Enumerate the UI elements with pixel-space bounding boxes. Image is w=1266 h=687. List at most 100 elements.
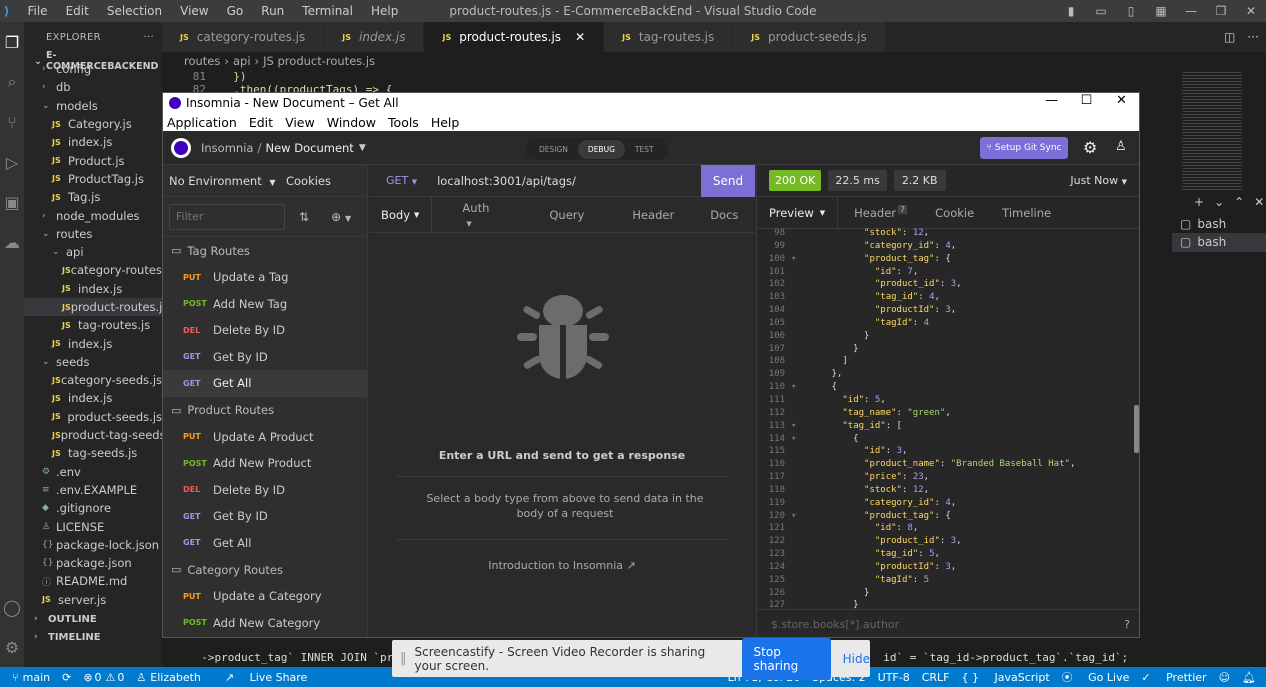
breadcrumb-item[interactable]: routes: [184, 54, 220, 68]
response-scrollbar[interactable]: [1134, 405, 1139, 453]
menu-selection[interactable]: Selection: [107, 4, 162, 18]
request-item[interactable]: GET Get All: [163, 530, 367, 557]
response-tab-preview[interactable]: Preview ▼: [757, 196, 839, 229]
editor-more-icon[interactable]: ···: [1247, 30, 1258, 44]
mode-test[interactable]: TEST: [625, 140, 664, 159]
minimap[interactable]: [1182, 70, 1242, 190]
request-tab-header[interactable]: Header: [614, 208, 692, 222]
stop-sharing-button[interactable]: Stop sharing: [741, 637, 831, 680]
outline-section[interactable]: › OUTLINE: [24, 610, 162, 628]
insomnia-brand-icon[interactable]: [171, 137, 191, 158]
response-tab-cookie[interactable]: Cookie: [923, 206, 986, 220]
file-tree-item[interactable]: ⓘ README.md: [24, 572, 162, 590]
insomnia-minimize-button[interactable]: —: [1034, 93, 1069, 108]
menu-file[interactable]: File: [27, 4, 47, 18]
fold-arrow-icon[interactable]: ▾: [791, 433, 799, 446]
menu-help[interactable]: Help: [371, 4, 398, 18]
fold-arrow-icon[interactable]: ▾: [791, 253, 799, 266]
sync-icon[interactable]: ⟳: [62, 671, 71, 684]
breadcrumb-root[interactable]: Insomnia: [201, 141, 253, 155]
fold-arrow-icon[interactable]: ▾: [791, 510, 799, 523]
terminal-item[interactable]: ▢ bash: [1172, 215, 1266, 233]
method-selector[interactable]: GET ▼: [386, 174, 417, 187]
file-tree-item[interactable]: JS ProductTag.js: [24, 170, 162, 188]
minimize-button[interactable]: —: [1176, 4, 1206, 18]
settings-gear-icon[interactable]: ⚙: [1083, 138, 1097, 157]
mode-debug[interactable]: DEBUG: [577, 139, 625, 159]
editor-tab[interactable]: JS product-seeds.js: [733, 22, 886, 52]
insomnia-menu-edit[interactable]: Edit: [249, 115, 273, 130]
file-tree-item[interactable]: ⌄ routes: [24, 225, 162, 243]
editor-tab[interactable]: JS index.js: [324, 22, 425, 52]
request-item[interactable]: PUT Update a Tag: [163, 264, 367, 291]
request-item[interactable]: POST Add New Tag: [163, 291, 367, 318]
menu-view[interactable]: View: [180, 4, 208, 18]
customize-layout-icon[interactable]: ▦: [1146, 4, 1176, 18]
request-item[interactable]: PUT Update A Product: [163, 424, 367, 451]
terminal-item[interactable]: ▢ bash: [1172, 233, 1266, 252]
branch-name[interactable]: main: [23, 671, 50, 684]
files-icon[interactable]: ❐: [0, 22, 24, 62]
language-mode[interactable]: { } JavaScript: [962, 671, 1050, 684]
file-tree-item[interactable]: ◆ .gitignore: [24, 499, 162, 517]
file-tree-item[interactable]: JS server.js: [24, 591, 162, 608]
account-icon[interactable]: ♙: [1115, 139, 1127, 154]
response-preview[interactable]: 98 "stock": 12, 99 "category_id": 4, 100 ▾ …: [757, 227, 1137, 609]
file-tree-item[interactable]: JS Tag.js: [24, 188, 162, 206]
remote-icon[interactable]: ☁: [0, 222, 24, 262]
file-tree-item[interactable]: JS index.js: [24, 389, 162, 407]
menu-run[interactable]: Run: [261, 4, 284, 18]
insomnia-menu-help[interactable]: Help: [431, 115, 460, 130]
jsonpath-filter-input[interactable]: $.store.books[*].author: [771, 618, 899, 631]
line-ending[interactable]: CRLF: [922, 671, 950, 684]
file-tree-item[interactable]: ♙ LICENSE: [24, 517, 162, 535]
menu-edit[interactable]: Edit: [66, 4, 89, 18]
file-tree-item[interactable]: ⌄ models: [24, 97, 162, 115]
request-tab-body[interactable]: Body ▼: [369, 196, 433, 233]
live-share-button[interactable]: ↗ Live Share: [213, 671, 307, 684]
editor-tab[interactable]: JS tag-routes.js: [604, 22, 734, 52]
file-tree-item[interactable]: JS product-routes.js: [24, 297, 162, 317]
file-tree-item[interactable]: JS product-seeds.js: [24, 408, 162, 426]
close-panel-icon[interactable]: ✕: [1254, 195, 1264, 209]
response-history-dropdown[interactable]: Just Now ▼: [1070, 174, 1127, 187]
request-item[interactable]: PUT Update a Category: [163, 583, 367, 610]
maximize-panel-icon[interactable]: ⌃: [1234, 195, 1244, 209]
insomnia-menu-tools[interactable]: Tools: [388, 115, 419, 130]
accounts-icon[interactable]: ◯: [0, 587, 24, 627]
cookies-button[interactable]: Cookies: [286, 174, 331, 188]
file-tree-item[interactable]: JS index.js: [24, 334, 162, 352]
restore-button[interactable]: ❐: [1206, 4, 1236, 18]
split-editor-icon[interactable]: ◫: [1224, 30, 1235, 44]
fold-arrow-icon[interactable]: ▾: [791, 381, 799, 394]
layout-secondary-icon[interactable]: ▯: [1116, 4, 1146, 18]
prettier-button[interactable]: ✓ Prettier: [1141, 671, 1206, 684]
file-tree-item[interactable]: ⌄ seeds: [24, 353, 162, 371]
more-actions-icon[interactable]: ···: [144, 32, 154, 43]
sort-icon[interactable]: ⇅: [299, 210, 309, 224]
url-input[interactable]: localhost:3001/api/tags/: [437, 174, 576, 188]
feedback-icon[interactable]: ☺: [1219, 671, 1230, 684]
setup-git-sync-button[interactable]: ⑂ Setup Git Sync: [980, 137, 1068, 159]
branch-icon[interactable]: ⑂: [12, 671, 19, 684]
file-tree-item[interactable]: ⌄ api: [24, 243, 162, 261]
fold-arrow-icon[interactable]: ▾: [791, 420, 799, 433]
hide-button[interactable]: Hide: [843, 652, 870, 666]
insomnia-close-button[interactable]: ✕: [1104, 93, 1139, 108]
timeline-section[interactable]: › TIMELINE: [24, 628, 162, 646]
editor-tab[interactable]: JS category-routes.js: [162, 22, 325, 52]
request-item[interactable]: GET Get By ID: [163, 344, 367, 371]
terminal-dropdown-icon[interactable]: ⌄: [1214, 195, 1224, 209]
file-tree-item[interactable]: JS index.js: [24, 280, 162, 298]
insomnia-maximize-button[interactable]: ☐: [1069, 93, 1104, 108]
request-item[interactable]: GET Get By ID: [163, 503, 367, 530]
breadcrumb-item[interactable]: api: [233, 54, 251, 68]
close-button[interactable]: ✕: [1236, 4, 1266, 18]
layout-panel-icon[interactable]: ▭: [1086, 4, 1116, 18]
menu-terminal[interactable]: Terminal: [302, 4, 353, 18]
file-tree-item[interactable]: ⚙ .env: [24, 463, 162, 481]
document-name[interactable]: New Document: [266, 141, 354, 155]
file-tree-item[interactable]: JS Product.js: [24, 151, 162, 169]
notifications-icon[interactable]: 🔔︎: [1242, 671, 1256, 684]
search-icon[interactable]: ⌕: [0, 62, 24, 102]
